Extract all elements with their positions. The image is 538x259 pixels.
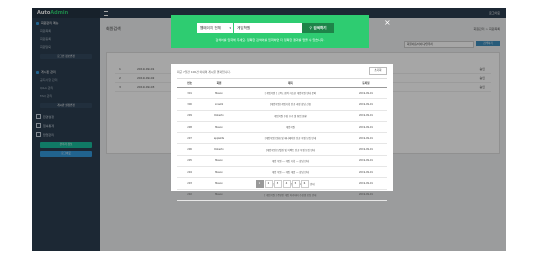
row-title[interactable]: [게임학원] 원화 및 애니메이션 전공 학생 모집 안내 (235, 132, 345, 145)
col-number: 번호 (177, 78, 203, 88)
row-title[interactable]: [ 게임학원 ] 고3도 합격 가능한 게임학원 안내 문의 (235, 87, 345, 100)
row-date: 2019-09-01 (344, 143, 387, 156)
row-date: 2019-09-01 (344, 189, 387, 201)
row-member: Mason (202, 121, 236, 134)
row-date: 2019-09-01 (344, 87, 387, 100)
search-button[interactable]: ⚲ 검색하기 (302, 23, 334, 33)
row-member: applelife (202, 132, 236, 145)
page-1-button[interactable]: 1 (255, 180, 264, 188)
row-number: 299 (177, 110, 203, 122)
search-bar: 웹페이지 전체 ▾ 게임학원 ⚲ 검색하기 검색어를 입력해 주세요. 정확한 검… (171, 15, 369, 48)
page-5-button[interactable]: 5 (291, 180, 300, 188)
row-number: 296 (177, 143, 203, 156)
pagination: 123456 (171, 180, 393, 188)
table-row[interactable]: 300 ionwilk [게임학원] 게임기획 전공 과정 상담 신청 2019-09… (177, 98, 387, 111)
row-number: 294 (177, 166, 203, 179)
reset-button[interactable]: 초기화 (369, 67, 387, 75)
row-number: 300 (177, 98, 203, 111)
table-row[interactable]: 292 Mason[ 게임학원 ] 주말반 게임 아카데미 수강생 모집 안내 20… (177, 189, 387, 201)
results-info: 최근 7일간 100건 이내의 게시물 결과입니다. (177, 70, 231, 74)
table-row[interactable]: 301 Mason[ 게임학원 ] 고3도 합격 가능한 게임학원 안내 문의 20… (177, 87, 387, 100)
table-row[interactable]: 299 Roberto 게임학원 수강 후기 및 취업 현황 2019-09-01 (177, 110, 387, 122)
row-title[interactable]: 게임 학원 --- 게임 개발 --- 상담 안내 (235, 166, 345, 179)
row-date: 2019-09-01 (344, 132, 387, 145)
row-title[interactable]: [게임학원] 게임기획 전공 과정 상담 신청 (235, 98, 345, 111)
row-date: 2019-09-01 (344, 166, 387, 179)
row-member: Mason (202, 189, 236, 201)
table-row[interactable]: 294 Mason 게임 학원 --- 게임 개발 --- 상담 안내 2019-09… (177, 166, 387, 179)
table-row[interactable]: 296 Roberto [게임학원] 모델링 및 이펙트 전공 학생 모집 안내 20… (177, 143, 387, 156)
row-number: 292 (177, 189, 203, 201)
row-member: Roberto (202, 110, 236, 122)
page-6-button[interactable]: 6 (300, 180, 309, 188)
page-3-button[interactable]: 3 (273, 180, 282, 188)
row-title[interactable]: [게임학원] 모델링 및 이펙트 전공 학생 모집 안내 (235, 143, 345, 156)
row-number: 297 (177, 132, 203, 145)
row-date: 2019-09-01 (344, 98, 387, 111)
search-scope-select[interactable]: 웹페이지 전체 ▾ (197, 23, 233, 33)
close-icon[interactable]: × (384, 19, 391, 27)
row-title[interactable]: 게임학원 (235, 121, 345, 134)
row-title[interactable]: [ 게임학원 ] 주말반 게임 아카데미 수강생 모집 안내 (235, 189, 345, 201)
page-4-button[interactable]: 4 (282, 180, 291, 188)
table-row[interactable]: 297 applelife [게임학원] 원화 및 애니메이션 전공 학생 모집 안… (177, 132, 387, 145)
row-title[interactable]: 게임학원 수강 후기 및 취업 현황 (235, 110, 345, 122)
row-member: Mason (202, 166, 236, 179)
col-date: 등록일 (344, 78, 387, 88)
row-number: 295 (177, 155, 203, 168)
row-number: 298 (177, 121, 203, 134)
col-member: 회원 (202, 78, 236, 88)
search-input[interactable]: 게임학원 (234, 23, 302, 33)
row-date: 2019-09-01 (344, 121, 387, 134)
search-note: 검색어를 입력해 주세요. 정확한 검색어를 입력하면 더 정확한 결과를 얻을… (215, 38, 325, 42)
table-row[interactable]: 298 Mason 게임학원 2019-09-01 (177, 121, 387, 134)
row-date: 2019-09-01 (344, 155, 387, 168)
col-title: 제목 (235, 78, 345, 88)
row-date: 2019-09-01 (344, 110, 387, 122)
row-member: ionwilk (202, 98, 236, 111)
chevron-down-icon: ▾ (229, 26, 231, 30)
row-title[interactable]: 게임 학원 --- 게임 기획 --- 상담 안내 (235, 155, 345, 168)
row-member: Mason (202, 87, 236, 100)
table-row[interactable]: 295 Mason 게임 학원 --- 게임 기획 --- 상담 안내 2019-09… (177, 155, 387, 168)
row-number: 301 (177, 87, 203, 100)
results-header-row: 번호 회원 제목 등록일 (177, 78, 387, 88)
row-member: Mason (202, 155, 236, 168)
search-results-modal: 최근 7일간 100건 이내의 게시물 결과입니다. 초기화 번호 회원 제목 … (171, 64, 393, 201)
row-member: Roberto (202, 143, 236, 156)
page-2-button[interactable]: 2 (264, 180, 273, 188)
